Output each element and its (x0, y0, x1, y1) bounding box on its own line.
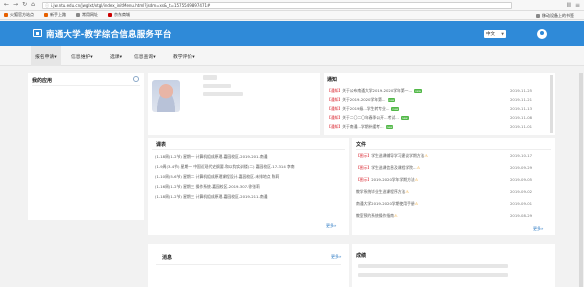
notice-date: 2019-11-08 (510, 115, 533, 120)
notice-item[interactable]: 【通知】关于二〇二〇年春季公开...考试... new (327, 115, 409, 121)
library-icon[interactable]: Ⅲ (567, 2, 571, 9)
file-item[interactable]: 南通大学2019-2020学期使用手册⚠ (356, 201, 418, 207)
jd-icon (108, 13, 112, 17)
file-item[interactable]: 【图示】学生选课辅导学习建议学期方法⚠ (356, 153, 428, 159)
nav-item-registration[interactable]: 报名申请▾ (31, 46, 61, 66)
scrollbar[interactable] (550, 75, 553, 133)
file-item[interactable]: 【图示】2019-2020学年学期方法⚠ (356, 177, 418, 183)
user-avatar[interactable] (537, 29, 547, 39)
notice-item[interactable]: 【通知】关于公布南通大学2019-2020学年第一... new (327, 88, 422, 94)
schedule-title: 课表 (156, 142, 167, 148)
file-date: 2019-09-05 (510, 177, 533, 182)
mobile-bookmarks[interactable]: 移动设备上的书签 (536, 13, 574, 19)
files-more-link[interactable]: 更多» (533, 226, 543, 232)
bookmark-item[interactable]: 新手上路 (44, 12, 66, 18)
divider (156, 264, 341, 265)
notice-item[interactable]: 【通知】关于2019-2020学年第... new (327, 97, 396, 103)
gear-icon[interactable] (133, 76, 139, 82)
schedule-item[interactable]: (1-10周(5-6节) 星期二 计算机组成原理课程设计-嘉园校区-未排地点 陈… (155, 174, 279, 180)
profile-photo (152, 80, 180, 112)
nav-item-teaching-eval[interactable]: 教学评价▾ (173, 53, 195, 60)
browser-actions: Ⅲ ≡ (567, 2, 580, 9)
file-date: 2019-08-29 (510, 213, 533, 218)
browser-toolbar: ← → ↻ ⌂ ⓘ i.jw.ntu.edu.cn/jwglxt/xtgl/in… (0, 0, 584, 11)
file-date: 2019-09-01 (510, 201, 533, 206)
messages-more-link[interactable]: 更多» (331, 254, 341, 260)
notice-date: 2019-11-21 (510, 97, 533, 102)
schedule-item[interactable]: (1-18周(1-2节) 星期三 计算机组成原理-嘉园校区-2019-211-南… (155, 194, 267, 200)
file-item[interactable]: 教室预约系统操作指南⚠ (356, 213, 398, 219)
nav-item-info-query[interactable]: 信息查询▾ (134, 53, 156, 60)
files-title: 文件 (356, 142, 367, 148)
messages-title: 消息 (162, 255, 173, 261)
nav-item-info-maintenance[interactable]: 信息维护▾ (71, 53, 93, 60)
back-icon[interactable]: ← (4, 2, 9, 8)
warning-icon: ⚠ (393, 213, 398, 218)
nav-item-course-selection[interactable]: 选课▾ (110, 53, 122, 60)
file-date: 2019-10-17 (510, 153, 533, 158)
url-bar[interactable]: ⓘ i.jw.ntu.edu.cn/jwglxt/xtgl/index_init… (42, 2, 512, 9)
schedule-panel: 课表 (1-18周(1-2节) 星期一 计算机组成原理-嘉园校区-2019-20… (148, 138, 349, 235)
schedule-item[interactable]: (1-9周(3-4节) 星期一 中国近现代史纲要-和以钧实训楼(二) 嘉园校区-… (155, 164, 295, 170)
file-date: 2019-09-29 (510, 165, 533, 170)
language-select[interactable]: 中文 ▼ (484, 30, 506, 38)
my-apps-panel: 我的应用 (28, 73, 144, 220)
bookmark-item[interactable]: 常用网址 (76, 12, 98, 18)
grade-row-blurred (358, 273, 508, 277)
chevron-down-icon: ▼ (501, 32, 504, 36)
grades-panel: 成绩 (352, 244, 555, 287)
notice-item[interactable]: 【通知】关于南通...学期补缓考... new (327, 124, 394, 130)
warning-icon: ⚠ (416, 165, 421, 170)
divider (356, 149, 551, 150)
divider (152, 149, 345, 150)
warning-icon: ⚠ (414, 201, 419, 206)
firefox-icon (44, 13, 48, 17)
shield-icon: ⓘ (45, 2, 49, 8)
warning-icon: ⚠ (405, 189, 409, 194)
notice-date: 2019-11-01 (510, 124, 533, 129)
notice-date: 2019-11-13 (510, 106, 533, 111)
site-title: 南通大学-教学综合信息服务平台 (46, 30, 172, 40)
divider (32, 85, 140, 86)
warning-icon: ⚠ (414, 177, 419, 182)
folder-icon (536, 14, 540, 18)
browser-nav: ← → ↻ ⌂ (0, 2, 35, 8)
schedule-more-link[interactable]: 更多» (326, 223, 336, 229)
firefox-icon (4, 13, 8, 17)
warning-icon: ⚠ (424, 153, 428, 158)
notice-item[interactable]: 【通知】关于2019级...学生转专业... new (327, 106, 400, 112)
url-text: i.jw.ntu.edu.cn/jwglxt/xtgl/index_initMe… (51, 3, 211, 8)
schedule-item[interactable]: (1-16周(1-2节) 星期三 操作系统-嘉园校区-2019-307-徐张莉 (155, 184, 260, 190)
notice-panel: 通知 【通知】关于公布南通大学2019-2020学年第一... new 2019-… (324, 73, 555, 135)
user-info-blurred (203, 84, 231, 88)
bookmark-item[interactable]: 京东商城 (108, 12, 130, 18)
forward-icon[interactable]: → (13, 2, 18, 8)
grades-title: 成绩 (356, 253, 367, 259)
user-info-blurred (203, 92, 243, 96)
user-name-blurred (203, 75, 217, 80)
menu-icon[interactable]: ≡ (575, 2, 580, 9)
my-apps-title: 我的应用 (32, 78, 53, 84)
schedule-item[interactable]: (1-18周(1-2节) 星期一 计算机组成原理-嘉园校区-2019-201-南… (155, 154, 267, 160)
messages-panel: 消息 更多» (148, 244, 349, 287)
site-header: 南通大学-教学综合信息服务平台 中文 ▼ (0, 21, 584, 46)
bookmark-item[interactable]: 火狐官方站点 (4, 12, 34, 18)
file-item[interactable]: 教学系统毕业生选课程序方法⚠ (356, 189, 409, 195)
grade-row-blurred (358, 264, 508, 268)
page-scrollbar[interactable] (579, 73, 583, 287)
main-nav: 报名申请▾ 信息维护▾ 选课▾ 信息查询▾ 教学评价▾ (0, 46, 584, 66)
folder-icon (76, 13, 80, 17)
notice-title: 通知 (327, 77, 338, 83)
logo-icon (33, 29, 42, 37)
reload-icon[interactable]: ↻ (22, 2, 27, 8)
file-date: 2019-09-02 (510, 189, 533, 194)
bookmarks-bar: 火狐官方站点 新手上路 常用网址 京东商城 移动设备上的书签 (0, 11, 584, 20)
notice-date: 2019-11-25 (510, 88, 533, 93)
file-item[interactable]: 【图示】学生选课信息及课程学院...⚠ (356, 165, 420, 171)
home-icon[interactable]: ⌂ (31, 2, 35, 8)
files-panel: 文件 【图示】学生选课辅导学习建议学期方法⚠ 2019-10-17 【图示】学生… (352, 138, 555, 235)
